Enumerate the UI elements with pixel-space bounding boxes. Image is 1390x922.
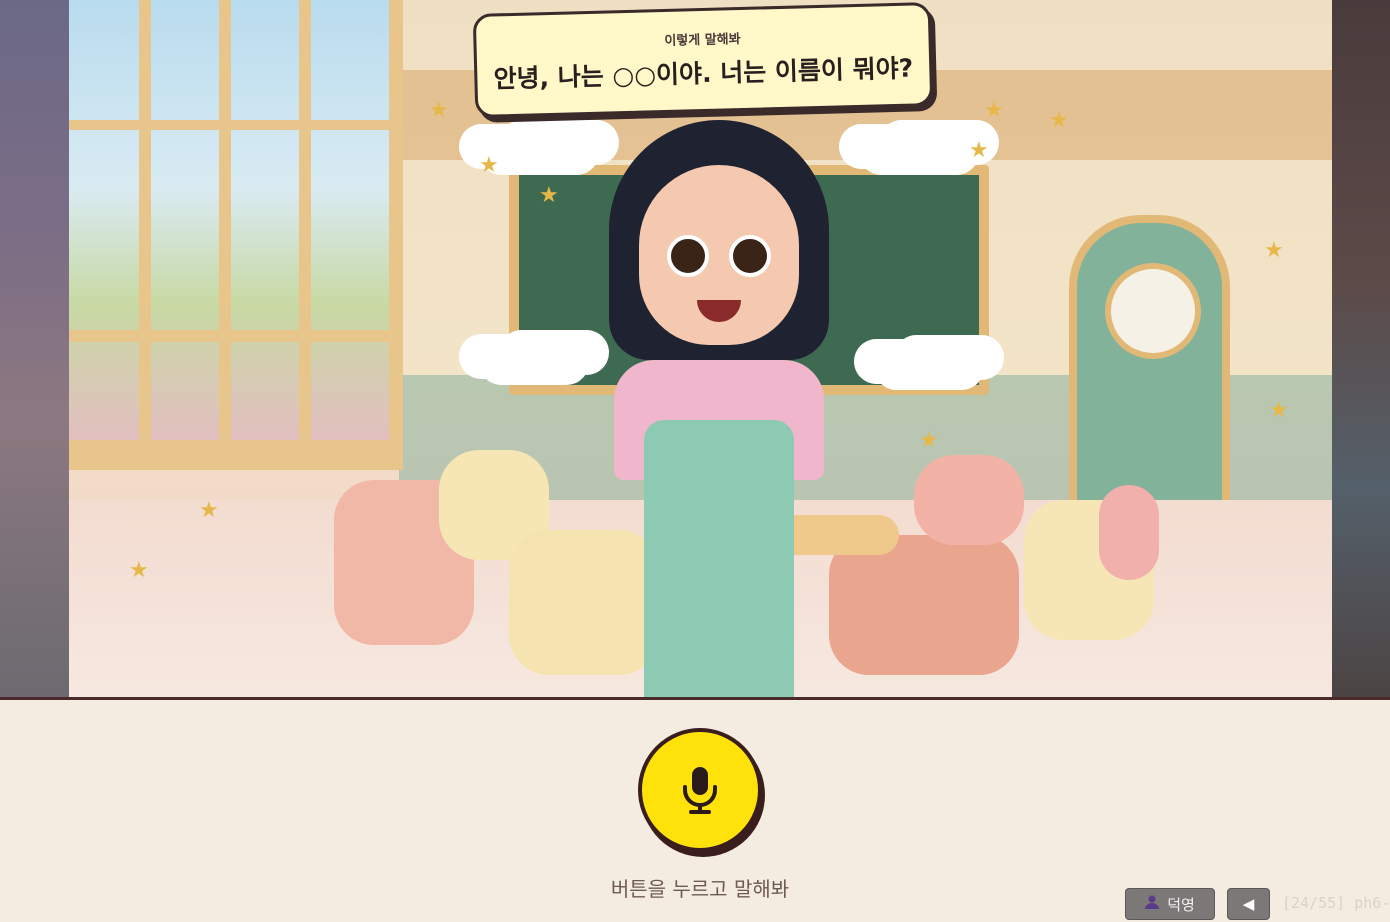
- back-arrow-icon: ◀: [1242, 895, 1255, 913]
- star-decoration: ★: [1049, 108, 1069, 133]
- user-button[interactable]: 덕영: [1125, 888, 1215, 920]
- star-decoration: ★: [969, 138, 989, 163]
- star-decoration: ★: [429, 98, 449, 123]
- star-decoration: ★: [539, 183, 559, 208]
- star-decoration: ★: [479, 153, 499, 178]
- page-counter: [24/55] ph6-: [1282, 894, 1390, 912]
- star-decoration: ★: [1269, 398, 1289, 423]
- chair: [914, 455, 1024, 545]
- right-blurred-panel: [1332, 0, 1390, 697]
- chair: [1099, 485, 1159, 580]
- speech-sentence: 안녕, 나는 ○○이야. 너는 이름이 뭐야?: [493, 53, 914, 94]
- left-blurred-panel: [0, 0, 69, 697]
- window: [69, 0, 403, 470]
- character-girl: [569, 120, 869, 697]
- star-decoration: ★: [919, 428, 939, 453]
- back-button[interactable]: ◀: [1227, 888, 1270, 920]
- character-overalls: [644, 420, 794, 697]
- user-icon: [1145, 895, 1160, 913]
- user-name: 덕영: [1167, 895, 1195, 914]
- door: [1069, 215, 1230, 521]
- speech-bubble: 이렇게 말해봐 안녕, 나는 ○○이야. 너는 이름이 뭐야?: [472, 2, 934, 118]
- cloud: [874, 345, 984, 390]
- cloud: [859, 130, 979, 175]
- star-decoration: ★: [129, 558, 149, 583]
- door-window: [1105, 263, 1201, 359]
- star-decoration: ★: [199, 498, 219, 523]
- scene-stage: ★ ★ ★ ★ ★ ★ ★ ★ ★ ★ ★ 이렇게 말해봐 안녕, 나는 ○○이…: [0, 0, 1390, 700]
- character-face: [639, 165, 799, 345]
- record-button[interactable]: [638, 728, 762, 852]
- microphone-icon: [680, 765, 720, 815]
- star-decoration: ★: [1264, 238, 1284, 263]
- star-decoration: ★: [984, 98, 1004, 123]
